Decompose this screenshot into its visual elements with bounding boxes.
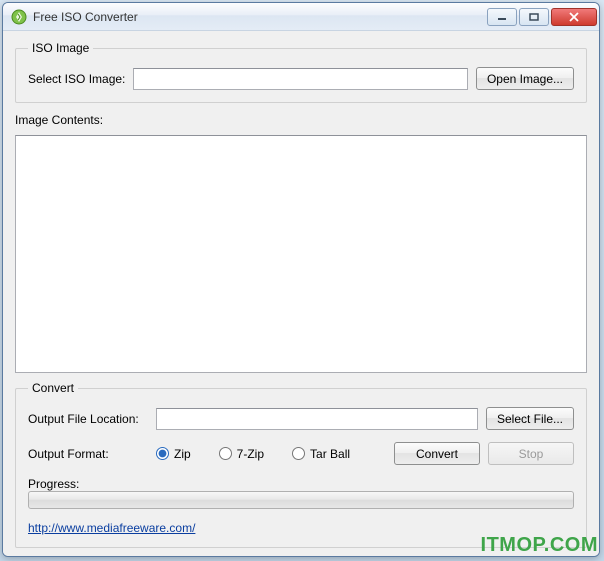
- iso-image-legend: ISO Image: [28, 41, 93, 55]
- minimize-button[interactable]: [487, 8, 517, 26]
- convert-legend: Convert: [28, 381, 78, 395]
- image-contents-label: Image Contents:: [15, 113, 587, 127]
- format-tarball-option[interactable]: Tar Ball: [292, 447, 350, 461]
- app-window: Free ISO Converter ISO Image Select ISO …: [2, 2, 600, 557]
- window-title: Free ISO Converter: [33, 10, 138, 24]
- image-contents-list[interactable]: [15, 135, 587, 373]
- output-location-label: Output File Location:: [28, 412, 148, 426]
- format-7zip-label: 7-Zip: [237, 447, 264, 461]
- maximize-button[interactable]: [519, 8, 549, 26]
- format-7zip-radio[interactable]: [219, 447, 232, 460]
- iso-image-group: ISO Image Select ISO Image: Open Image..…: [15, 41, 587, 103]
- output-location-input[interactable]: [156, 408, 478, 430]
- open-image-button[interactable]: Open Image...: [476, 67, 574, 90]
- titlebar: Free ISO Converter: [3, 3, 599, 31]
- client-area: ISO Image Select ISO Image: Open Image..…: [3, 31, 599, 556]
- convert-group: Convert Output File Location: Select Fil…: [15, 381, 587, 548]
- progress-label: Progress:: [28, 477, 79, 491]
- format-zip-option[interactable]: Zip: [156, 447, 191, 461]
- iso-path-input[interactable]: [133, 68, 468, 90]
- convert-button[interactable]: Convert: [394, 442, 480, 465]
- output-format-label: Output Format:: [28, 447, 148, 461]
- progress-bar: [28, 491, 574, 509]
- stop-button[interactable]: Stop: [488, 442, 574, 465]
- format-zip-radio[interactable]: [156, 447, 169, 460]
- format-tarball-label: Tar Ball: [310, 447, 350, 461]
- vendor-link[interactable]: http://www.mediafreeware.com/: [28, 521, 195, 535]
- select-file-button[interactable]: Select File...: [486, 407, 574, 430]
- close-button[interactable]: [551, 8, 597, 26]
- format-tarball-radio[interactable]: [292, 447, 305, 460]
- format-7zip-option[interactable]: 7-Zip: [219, 447, 264, 461]
- select-iso-label: Select ISO Image:: [28, 72, 125, 86]
- app-icon: [11, 9, 27, 25]
- format-zip-label: Zip: [174, 447, 191, 461]
